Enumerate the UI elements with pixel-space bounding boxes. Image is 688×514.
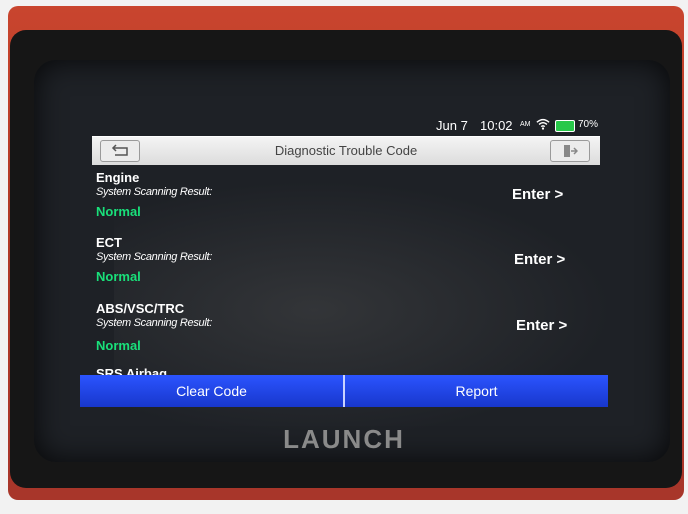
clear-code-button[interactable]: Clear Code: [80, 375, 343, 407]
system-status: Normal: [96, 204, 141, 219]
page-title: Diagnostic Trouble Code: [274, 143, 418, 158]
title-bar: Diagnostic Trouble Code: [92, 136, 600, 165]
system-name: ABS/VSC/TRC: [96, 301, 185, 316]
system-status: Normal: [96, 338, 141, 353]
action-bar: Clear Code Report: [80, 375, 608, 407]
system-row-engine: Engine System Scanning Result: Normal En…: [92, 170, 600, 234]
system-result-label: System Scanning Result:: [96, 317, 212, 329]
status-bar: Jun 7 10:02 AM 70%: [92, 115, 604, 135]
system-name: ECT: [96, 235, 122, 250]
battery-icon: [555, 120, 575, 132]
enter-button-engine[interactable]: Enter >: [512, 186, 563, 203]
exit-button[interactable]: [550, 140, 590, 162]
status-date: Jun 7: [436, 118, 468, 133]
wifi-icon: [536, 118, 550, 130]
system-status: Normal: [96, 269, 141, 284]
report-button[interactable]: Report: [345, 375, 608, 407]
status-time: 10:02: [480, 118, 513, 133]
exit-icon: [564, 145, 578, 157]
system-result-label: System Scanning Result:: [96, 251, 212, 263]
system-name: Engine: [96, 170, 140, 185]
system-row-ect: ECT System Scanning Result: Normal Enter…: [92, 235, 600, 299]
brand-logo: LAUNCH: [283, 424, 405, 454]
system-row-abs: ABS/VSC/TRC System Scanning Result: Norm…: [92, 301, 600, 365]
enter-button-abs[interactable]: Enter >: [516, 317, 567, 334]
status-ampm: AM: [520, 121, 531, 128]
system-result-label: System Scanning Result:: [96, 186, 212, 198]
status-battery: 70%: [578, 119, 599, 130]
enter-button-ect[interactable]: Enter >: [514, 251, 565, 268]
